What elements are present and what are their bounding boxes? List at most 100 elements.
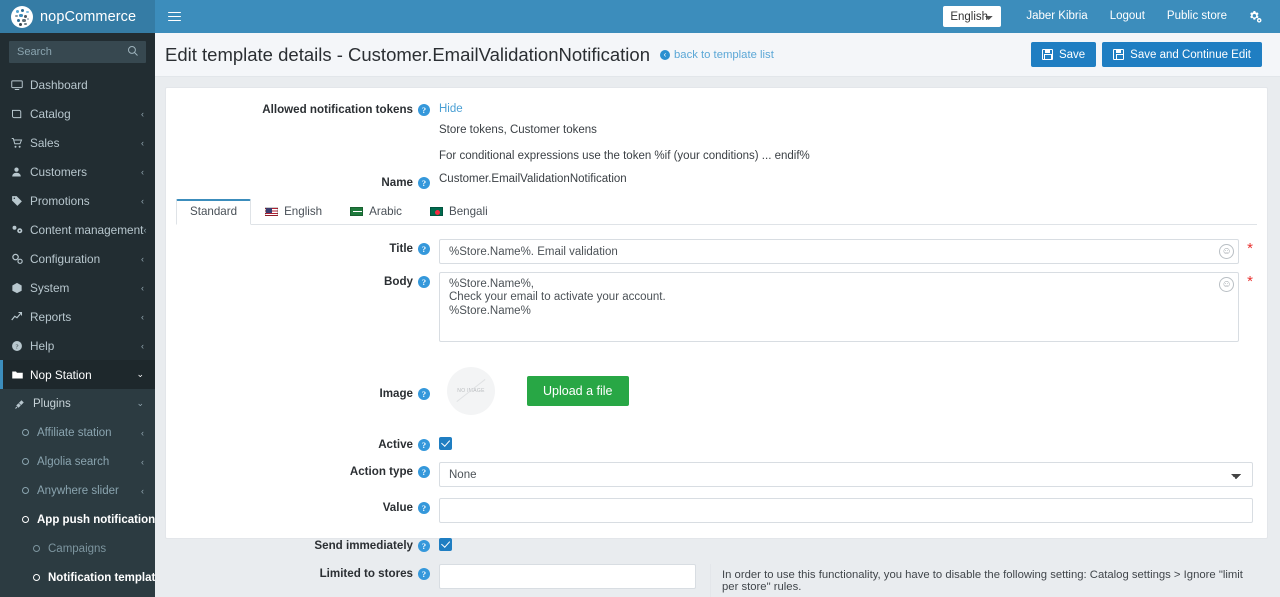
action-type-value-col: None (439, 462, 1267, 487)
sidebar-item-catalog[interactable]: Catalog ‹ (0, 99, 155, 128)
sidebar-item-notification-templates[interactable]: Notification templates (0, 563, 155, 592)
brand-logo-area[interactable]: nopCommerce (0, 0, 155, 33)
sidebar-item-help[interactable]: ? Help ‹ (0, 331, 155, 360)
title-input-wrap: ☺ * (439, 239, 1253, 264)
sidebar-submenu-nop-station: Plugins ⌄ Affiliate station ‹ Algolia se… (0, 389, 155, 597)
limited-to-stores-input[interactable] (439, 564, 696, 589)
sidebar-item-label: Sales (30, 135, 60, 150)
language-select[interactable]: English (943, 6, 1002, 27)
sidebar-item-promotions[interactable]: Promotions ‹ (0, 186, 155, 215)
sidebar-item-system[interactable]: System ‹ (0, 273, 155, 302)
sidebar-item-notification-queue[interactable]: Notification queue (0, 592, 155, 597)
help-icon[interactable]: ? (418, 501, 430, 514)
body-label-col: Body ? (166, 272, 439, 288)
tokens-note: For conditional expressions use the toke… (439, 150, 810, 162)
tab-english[interactable]: English (251, 199, 336, 225)
sidebar-item-label: Catalog (30, 106, 71, 121)
sidebar-toggle-button[interactable] (155, 0, 193, 33)
sidebar-item-label: Anywhere slider (37, 484, 119, 497)
monitor-icon (11, 79, 30, 91)
circle-icon (33, 574, 40, 581)
sidebar-item-campaigns[interactable]: Campaigns (0, 534, 155, 563)
sidebar-item-anywhere-slider[interactable]: Anywhere slider ‹ (0, 476, 155, 505)
help-icon[interactable]: ? (418, 176, 430, 189)
user-name-link[interactable]: Jaber Kibria (1015, 0, 1098, 33)
image-label-col: Image ? (166, 367, 439, 400)
sidebar-item-label: System (30, 280, 70, 295)
circle-icon (22, 487, 29, 494)
action-type-select[interactable]: None (439, 462, 1253, 487)
chevron-left-icon: ‹ (141, 427, 144, 438)
upload-button-label: Upload a file (543, 384, 613, 398)
sidebar-item-nop-station[interactable]: Nop Station ⌄ (0, 360, 155, 389)
row-body: Body ? %Store.Name%, Check your email to… (166, 270, 1267, 347)
back-link-label: back to template list (674, 48, 774, 61)
help-icon[interactable]: ? (418, 275, 430, 288)
row-name: Name ? Customer.EmailValidationNotificat… (166, 171, 1267, 191)
public-store-link[interactable]: Public store (1156, 0, 1238, 33)
admin-page: nopCommerce English Jaber Kibria Logout … (0, 0, 1280, 597)
upload-file-button[interactable]: Upload a file (527, 376, 629, 406)
circle-icon (22, 429, 29, 436)
sidebar-item-label: Reports (30, 309, 72, 324)
title-input[interactable] (439, 239, 1240, 264)
sidebar-item-label: Content management (30, 222, 144, 237)
chevron-left-icon: ‹ (141, 166, 144, 177)
sidebar: Dashboard Catalog ‹ Sales ‹ Customers ‹ … (0, 33, 155, 597)
tab-bengali[interactable]: Bengali (416, 199, 502, 225)
save-and-continue-button[interactable]: Save and Continue Edit (1102, 42, 1262, 67)
sidebar-search[interactable] (9, 41, 146, 63)
settings-button[interactable] (1238, 10, 1270, 24)
tab-standard[interactable]: Standard (176, 199, 252, 225)
sidebar-item-sales[interactable]: Sales ‹ (0, 128, 155, 157)
logout-link[interactable]: Logout (1099, 0, 1156, 33)
chevron-left-icon: ‹ (141, 311, 144, 322)
row-title: Title ? ☺ * (166, 237, 1267, 266)
help-icon[interactable]: ? (418, 438, 430, 451)
help-icon[interactable]: ? (418, 103, 430, 116)
value-input[interactable] (439, 498, 1253, 523)
circle-icon (22, 516, 29, 523)
gears-icon (11, 253, 30, 265)
sidebar-item-label: Affiliate station (37, 426, 112, 439)
sidebar-item-algolia-search[interactable]: Algolia search ‹ (0, 447, 155, 476)
send-immediately-checkbox[interactable] (439, 537, 452, 551)
help-icon[interactable]: ? (418, 567, 430, 580)
no-image-placeholder: NO IMAGE (447, 367, 495, 415)
question-icon: ? (11, 340, 30, 352)
sidebar-item-label: App push notification (37, 513, 155, 526)
book-icon (11, 108, 30, 120)
chevron-left-icon: ‹ (141, 340, 144, 351)
title-value-col: ☺ * (439, 239, 1267, 264)
hide-tokens-link[interactable]: Hide (439, 103, 463, 115)
help-icon[interactable]: ? (418, 387, 430, 400)
sidebar-item-configuration[interactable]: Configuration ‹ (0, 244, 155, 273)
help-icon[interactable]: ? (418, 465, 430, 478)
help-icon[interactable]: ? (418, 242, 430, 255)
name-value-col: Customer.EmailValidationNotification (439, 173, 1267, 185)
active-checkbox[interactable] (439, 436, 452, 450)
sidebar-item-dashboard[interactable]: Dashboard (0, 70, 155, 99)
sidebar-item-affiliate-station[interactable]: Affiliate station ‹ (0, 418, 155, 447)
body-textarea[interactable]: %Store.Name%, Check your email to activa… (439, 272, 1240, 342)
tab-arabic[interactable]: Arabic (336, 199, 416, 225)
chevron-down-icon: ⌄ (136, 398, 144, 408)
back-to-template-list-link[interactable]: ‹ back to template list (660, 49, 774, 61)
chevron-left-icon: ‹ (143, 224, 147, 235)
sidebar-item-customers[interactable]: Customers ‹ (0, 157, 155, 186)
sidebar-item-reports[interactable]: Reports ‹ (0, 302, 155, 331)
sidebar-item-label: Nop Station (30, 367, 92, 382)
help-icon[interactable]: ? (418, 539, 430, 552)
save-button[interactable]: Save (1030, 42, 1097, 67)
card-body: Allowed notification tokens ? Hide Store… (166, 88, 1267, 597)
sidebar-item-plugins[interactable]: Plugins ⌄ (0, 389, 155, 418)
sidebar-item-content-management[interactable]: Content management ‹ (0, 215, 155, 244)
sidebar-item-app-push-notification[interactable]: App push notification ⌄ (0, 505, 155, 534)
tab-label: Standard (190, 205, 238, 218)
row-limited-to-stores: Limited to stores ? In order to use this… (166, 562, 1267, 597)
search-input[interactable] (9, 41, 146, 63)
body-label: Body (384, 275, 413, 288)
row-allowed-tokens: Allowed notification tokens ? Hide Store… (166, 98, 1267, 164)
name-label: Name (381, 176, 413, 189)
chevron-left-icon: ‹ (141, 195, 144, 206)
